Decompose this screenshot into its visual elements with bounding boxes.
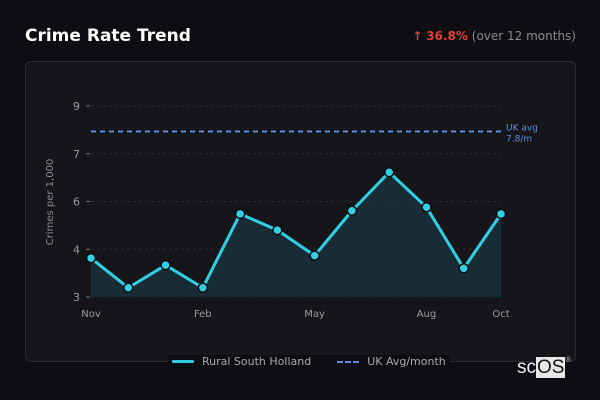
data-point — [495, 208, 507, 220]
data-point — [160, 259, 171, 271]
data-point — [346, 205, 358, 216]
data-point — [421, 201, 432, 213]
data-point — [383, 166, 395, 178]
series-swatch — [172, 360, 194, 363]
x-tick-label: Feb — [194, 309, 212, 320]
y-tick-label: 9 — [73, 100, 80, 113]
y-axis-label: Crimes per 1,000 — [45, 159, 56, 246]
legend: Rural South Holland UK Avg/month — [168, 355, 450, 368]
x-tick-label: May — [304, 309, 325, 320]
legend-label: UK Avg/month — [367, 355, 446, 368]
data-point — [234, 208, 246, 220]
data-point — [272, 224, 283, 236]
x-tick-label: Oct — [492, 309, 509, 320]
reference-value-label: 7.8/m — [506, 134, 532, 144]
legend-item-reference[interactable]: UK Avg/month — [337, 355, 446, 368]
x-tick-label: Nov — [81, 309, 101, 320]
y-tick-label: 7 — [73, 148, 80, 161]
data-point — [85, 252, 97, 264]
y-tick-label: 6 — [73, 196, 80, 209]
reference-label: UK avg — [506, 123, 538, 133]
legend-item-series[interactable]: Rural South Holland — [172, 355, 311, 368]
y-tick-label: 3 — [73, 291, 80, 304]
line-chart: 3 4 6 7 9 Nov Feb May Aug Oct Crimes per 1,000 UK a… — [45, 100, 538, 320]
y-tick-label: 4 — [73, 243, 80, 256]
scos-logo: scOS® — [517, 357, 571, 378]
data-point — [458, 263, 469, 274]
area-fill — [91, 172, 501, 297]
data-point — [123, 282, 134, 294]
data-point — [197, 282, 209, 294]
legend-label: Rural South Holland — [202, 355, 312, 368]
x-tick-label: Aug — [417, 309, 437, 320]
data-point — [309, 250, 320, 261]
reference-swatch — [337, 360, 360, 363]
